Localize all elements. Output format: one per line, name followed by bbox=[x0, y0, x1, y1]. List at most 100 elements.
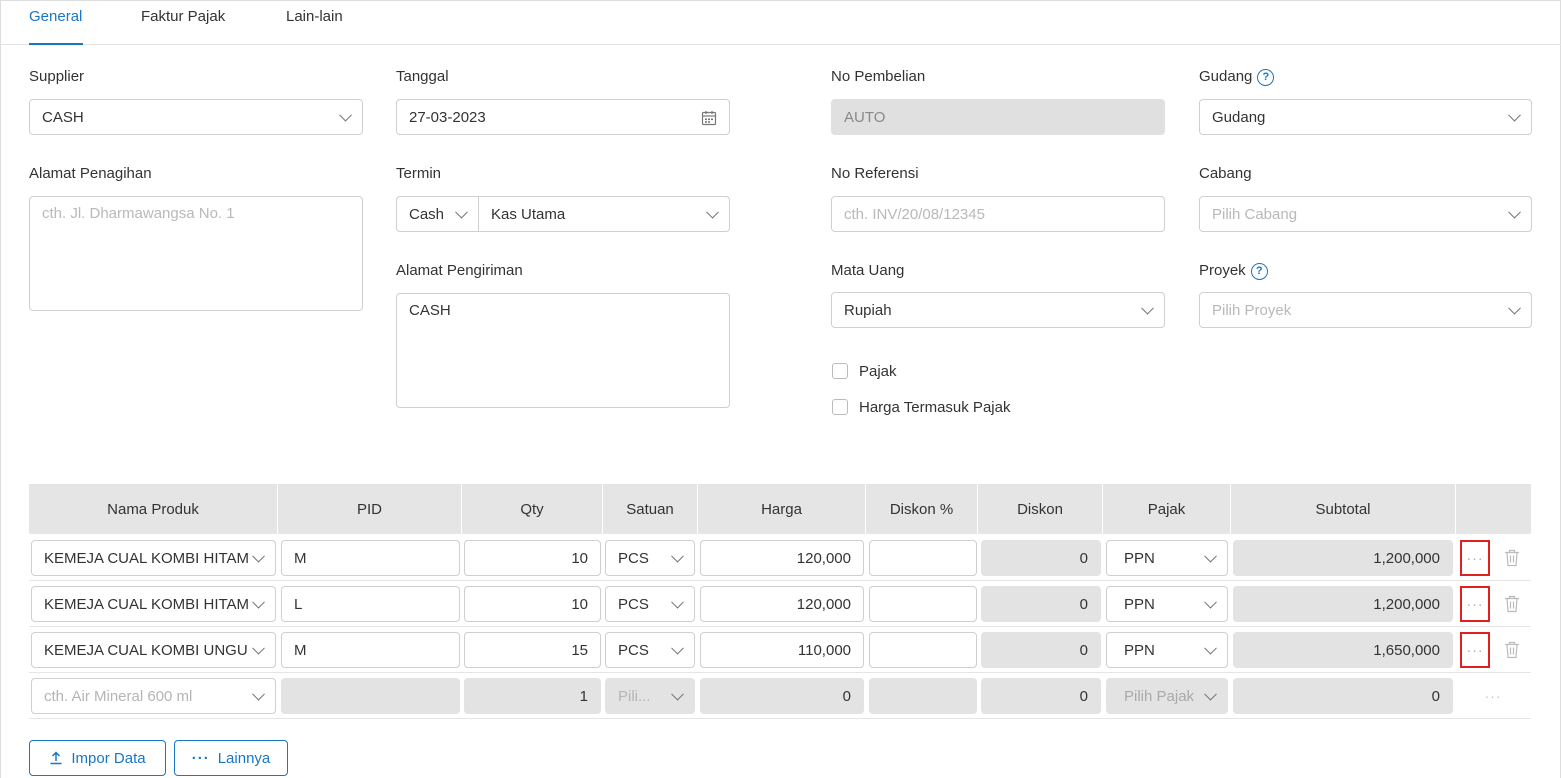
pajak-checkbox[interactable] bbox=[832, 363, 848, 379]
cabang-label: Cabang bbox=[1199, 165, 1252, 182]
more-options-icon[interactable]: ··· bbox=[1478, 678, 1508, 714]
proyek-select[interactable]: Pilih Proyek bbox=[1199, 292, 1532, 328]
pid-value: L bbox=[294, 595, 303, 613]
new-pid-field bbox=[281, 678, 460, 714]
new-diskon-pct-field bbox=[869, 678, 977, 714]
new-product-select[interactable]: cth. Air Mineral 600 ml bbox=[31, 678, 276, 714]
column-header: Pajak bbox=[1103, 484, 1231, 534]
calendar-icon[interactable] bbox=[701, 110, 717, 126]
subtotal-value: 1,200,000 bbox=[1373, 549, 1440, 567]
column-header: Subtotal bbox=[1231, 484, 1456, 534]
column-header: Qty bbox=[462, 484, 603, 534]
qty-value: 10 bbox=[571, 595, 588, 613]
new-satuan-placeholder: Pili... bbox=[618, 687, 651, 705]
pid-value: M bbox=[294, 549, 307, 567]
trash-icon[interactable] bbox=[1504, 595, 1520, 613]
harga-input[interactable]: 120,000 bbox=[700, 586, 864, 622]
impor-data-button[interactable]: Impor Data bbox=[29, 740, 166, 776]
row-divider bbox=[29, 672, 1531, 673]
harga-input[interactable]: 120,000 bbox=[700, 540, 864, 576]
pid-input[interactable]: M bbox=[281, 632, 460, 668]
proyek-label: Proyek? bbox=[1199, 262, 1268, 280]
termin-type-select[interactable]: Cash bbox=[396, 196, 479, 232]
chevron-down-icon bbox=[1508, 108, 1521, 122]
pajak-select[interactable]: PPN bbox=[1106, 540, 1228, 576]
subtotal-field: 1,650,000 bbox=[1233, 632, 1453, 668]
new-subtotal-field: 0 bbox=[1233, 678, 1453, 714]
chevron-down-icon bbox=[1204, 595, 1217, 609]
satuan-value: PCS bbox=[618, 595, 649, 613]
gudang-select[interactable]: Gudang bbox=[1199, 99, 1532, 135]
alamat-pengiriman-textarea[interactable]: CASH bbox=[396, 293, 730, 408]
row-divider bbox=[29, 626, 1531, 627]
product-value: KEMEJA CUAL KOMBI HITAM bbox=[44, 595, 250, 613]
satuan-select[interactable]: PCS bbox=[605, 540, 695, 576]
diskon-field: 0 bbox=[981, 632, 1101, 668]
lainnya-button[interactable]: ··· Lainnya bbox=[174, 740, 288, 776]
tab-bar: General Faktur Pajak Lain-lain bbox=[0, 0, 1561, 45]
product-value: KEMEJA CUAL KOMBI HITAM bbox=[44, 549, 250, 567]
supplier-select[interactable]: CASH bbox=[29, 99, 363, 135]
pid-input[interactable]: M bbox=[281, 540, 460, 576]
gudang-label-text: Gudang bbox=[1199, 68, 1253, 85]
mata-uang-select[interactable]: Rupiah bbox=[831, 292, 1165, 328]
diskon-pct-input[interactable] bbox=[869, 586, 977, 622]
proyek-placeholder: Pilih Proyek bbox=[1212, 301, 1292, 319]
tab-general[interactable]: General bbox=[29, 8, 83, 45]
more-options-icon[interactable]: ··· bbox=[1460, 586, 1490, 622]
diskon-field: 0 bbox=[981, 586, 1101, 622]
lainnya-label: Lainnya bbox=[217, 749, 271, 767]
harga-value: 120,000 bbox=[796, 549, 851, 567]
diskon-field: 0 bbox=[981, 540, 1101, 576]
help-icon[interactable]: ? bbox=[1250, 263, 1268, 280]
column-header: Diskon bbox=[978, 484, 1103, 534]
termin-account-select[interactable]: Kas Utama bbox=[478, 196, 730, 232]
more-options-icon[interactable]: ··· bbox=[1460, 632, 1490, 668]
product-select[interactable]: KEMEJA CUAL KOMBI UNGU bbox=[31, 632, 276, 668]
no-referensi-placeholder: cth. INV/20/08/12345 bbox=[844, 205, 985, 223]
more-options-icon[interactable]: ··· bbox=[1460, 540, 1490, 576]
harga-input[interactable]: 110,000 bbox=[700, 632, 864, 668]
cabang-select[interactable]: Pilih Cabang bbox=[1199, 196, 1532, 232]
chevron-down-icon bbox=[252, 641, 265, 655]
tab-lain-lain[interactable]: Lain-lain bbox=[286, 8, 343, 45]
column-header: Satuan bbox=[603, 484, 698, 534]
help-icon[interactable]: ? bbox=[1257, 69, 1275, 86]
chevron-down-icon bbox=[671, 595, 684, 609]
qty-input[interactable]: 10 bbox=[464, 540, 601, 576]
satuan-select[interactable]: PCS bbox=[605, 586, 695, 622]
pajak-select[interactable]: PPN bbox=[1106, 632, 1228, 668]
trash-icon[interactable] bbox=[1504, 549, 1520, 567]
tanggal-datepicker[interactable]: 27-03-2023 bbox=[396, 99, 730, 135]
satuan-select[interactable]: PCS bbox=[605, 632, 695, 668]
qty-value: 15 bbox=[571, 641, 588, 659]
harga-termasuk-pajak-checkbox[interactable] bbox=[832, 399, 848, 415]
diskon-pct-input[interactable] bbox=[869, 540, 977, 576]
chevron-down-icon bbox=[1204, 687, 1217, 701]
pajak-value: PPN bbox=[1124, 595, 1155, 613]
alamat-penagihan-label: Alamat Penagihan bbox=[29, 165, 152, 182]
gudang-value: Gudang bbox=[1212, 108, 1266, 126]
diskon-pct-input[interactable] bbox=[869, 632, 977, 668]
qty-input[interactable]: 15 bbox=[464, 632, 601, 668]
new-harga-field: 0 bbox=[700, 678, 864, 714]
column-header: Harga bbox=[698, 484, 866, 534]
mata-uang-label: Mata Uang bbox=[831, 262, 905, 279]
product-select[interactable]: KEMEJA CUAL KOMBI HITAM bbox=[31, 586, 276, 622]
no-referensi-input[interactable]: cth. INV/20/08/12345 bbox=[831, 196, 1165, 232]
qty-input[interactable]: 10 bbox=[464, 586, 601, 622]
alamat-penagihan-textarea[interactable]: cth. Jl. Dharmawangsa No. 1 bbox=[29, 196, 363, 311]
trash-icon[interactable] bbox=[1504, 641, 1520, 659]
alamat-penagihan-placeholder: cth. Jl. Dharmawangsa No. 1 bbox=[42, 205, 235, 222]
product-select[interactable]: KEMEJA CUAL KOMBI HITAM bbox=[31, 540, 276, 576]
subtotal-field: 1,200,000 bbox=[1233, 540, 1453, 576]
new-pajak-select: Pilih Pajak bbox=[1106, 678, 1228, 714]
chevron-down-icon bbox=[1204, 641, 1217, 655]
pajak-select[interactable]: PPN bbox=[1106, 586, 1228, 622]
chevron-down-icon bbox=[1508, 301, 1521, 315]
subtotal-value: 1,650,000 bbox=[1373, 641, 1440, 659]
pajak-value: PPN bbox=[1124, 549, 1155, 567]
tab-faktur-pajak[interactable]: Faktur Pajak bbox=[141, 8, 225, 45]
pajak-value: PPN bbox=[1124, 641, 1155, 659]
pid-input[interactable]: L bbox=[281, 586, 460, 622]
